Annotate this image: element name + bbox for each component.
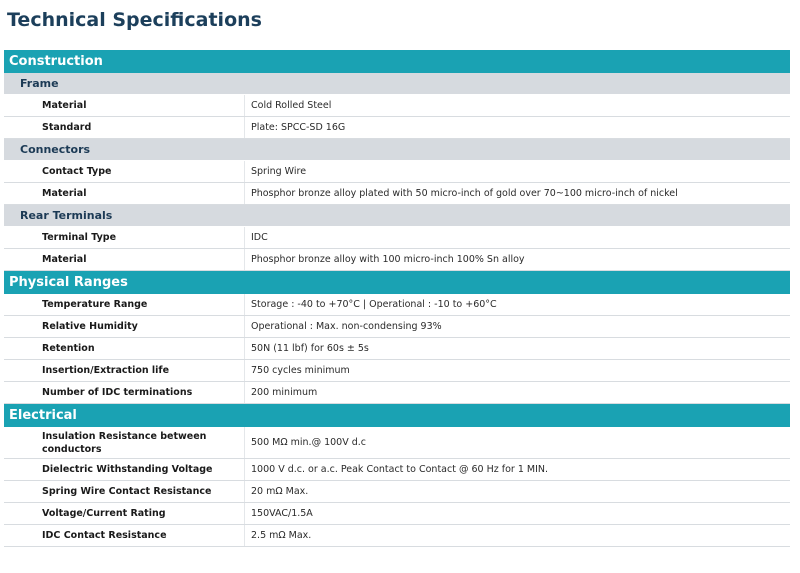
row-value: 200 minimum (244, 382, 790, 403)
row-value: Plate: SPCC-SD 16G (244, 117, 790, 138)
specifications-table: Construction Frame Material Cold Rolled … (4, 50, 790, 547)
row-value: Storage : -40 to +70°C | Operational : -… (244, 294, 790, 315)
group-header-frame: Frame (4, 73, 790, 95)
table-row: Voltage/Current Rating 150VAC/1.5A (4, 503, 790, 525)
row-label: Material (42, 254, 87, 265)
row-value: Cold Rolled Steel (244, 95, 790, 116)
row-value: 500 MΩ min.@ 100V d.c (244, 427, 790, 458)
row-value: 1000 V d.c. or a.c. Peak Contact to Cont… (244, 459, 790, 480)
table-row: Standard Plate: SPCC-SD 16G (4, 117, 790, 139)
row-value: Operational : Max. non-condensing 93% (244, 316, 790, 337)
table-row: Terminal Type IDC (4, 227, 790, 249)
page-title: Technical Specifications (7, 9, 262, 31)
row-label: Number of IDC terminations (42, 387, 193, 398)
table-row: Number of IDC terminations 200 minimum (4, 382, 790, 404)
row-label: Temperature Range (42, 299, 148, 310)
table-row: Insertion/Extraction life 750 cycles min… (4, 360, 790, 382)
row-value: 20 mΩ Max. (244, 481, 790, 502)
row-label: Spring Wire Contact Resistance (42, 486, 212, 497)
table-row: Temperature Range Storage : -40 to +70°C… (4, 294, 790, 316)
table-row: Relative Humidity Operational : Max. non… (4, 316, 790, 338)
row-value: 2.5 mΩ Max. (244, 525, 790, 546)
row-value: 750 cycles minimum (244, 360, 790, 381)
group-header-connectors: Connectors (4, 139, 790, 161)
row-label: Dielectric Withstanding Voltage (42, 464, 213, 475)
table-row: Insulation Resistance between conductors… (4, 427, 790, 459)
section-header-electrical: Electrical (4, 404, 790, 427)
row-label: Material (42, 188, 87, 199)
table-row: Retention 50N (11 lbf) for 60s ± 5s (4, 338, 790, 360)
row-label: Insertion/Extraction life (42, 365, 170, 376)
table-row: Material Phosphor bronze alloy plated wi… (4, 183, 790, 205)
table-row: Material Cold Rolled Steel (4, 95, 790, 117)
table-row: Spring Wire Contact Resistance 20 mΩ Max… (4, 481, 790, 503)
row-label: Material (42, 100, 87, 111)
row-value: Phosphor bronze alloy with 100 micro-inc… (244, 249, 790, 270)
table-row: Dielectric Withstanding Voltage 1000 V d… (4, 459, 790, 481)
row-value: Spring Wire (244, 161, 790, 182)
group-header-rear-terminals: Rear Terminals (4, 205, 790, 227)
row-label: Contact Type (42, 166, 112, 177)
row-label: Relative Humidity (42, 321, 138, 332)
row-label: Standard (42, 122, 92, 133)
row-label: IDC Contact Resistance (42, 530, 167, 541)
section-header-construction: Construction (4, 50, 790, 73)
row-value: Phosphor bronze alloy plated with 50 mic… (244, 183, 790, 204)
row-label: Voltage/Current Rating (42, 508, 166, 519)
row-value: 150VAC/1.5A (244, 503, 790, 524)
table-row: IDC Contact Resistance 2.5 mΩ Max. (4, 525, 790, 547)
row-value: 50N (11 lbf) for 60s ± 5s (244, 338, 790, 359)
row-label: Insulation Resistance between conductors (42, 430, 207, 455)
row-label: Retention (42, 343, 95, 354)
section-header-physical-ranges: Physical Ranges (4, 271, 790, 294)
row-value: IDC (244, 227, 790, 248)
table-row: Contact Type Spring Wire (4, 161, 790, 183)
table-row: Material Phosphor bronze alloy with 100 … (4, 249, 790, 271)
row-label: Terminal Type (42, 232, 117, 243)
